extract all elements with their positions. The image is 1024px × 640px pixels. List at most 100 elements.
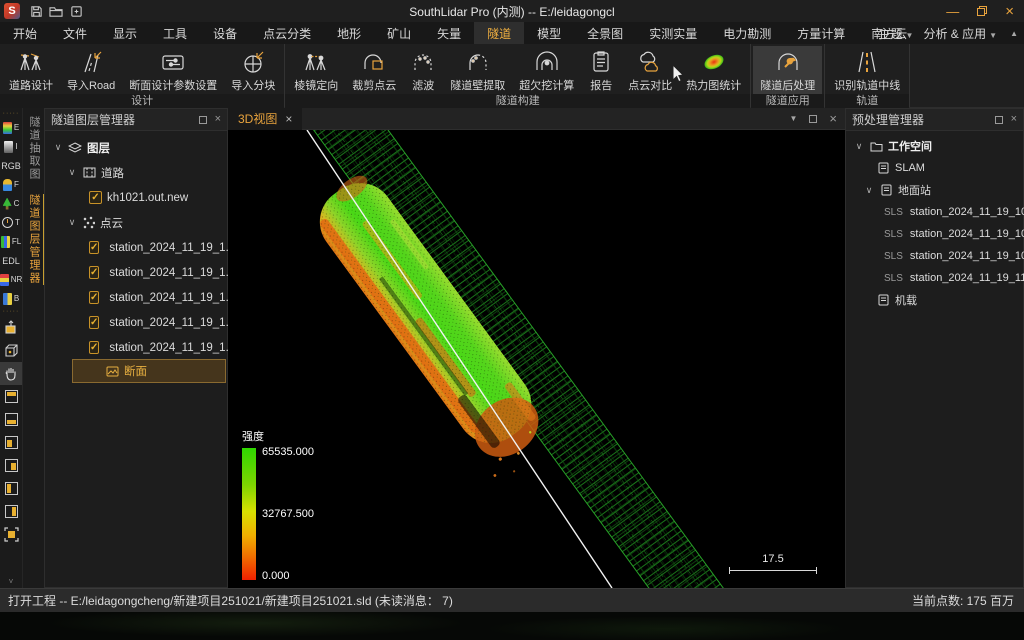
tree-item-station[interactable]: ✓ station_2024_11_19_1... bbox=[45, 335, 227, 360]
rgb-render-button[interactable]: RGB bbox=[1, 156, 21, 175]
import-road-button[interactable]: 导入Road bbox=[60, 46, 122, 94]
3d-canvas[interactable]: 强度 65535.000 32767.500 0.000 17.5 bbox=[228, 130, 845, 588]
tree-item-sls-station[interactable]: SLS station_2024_11_19_10_52_... bbox=[846, 245, 1023, 267]
new-project-icon[interactable] bbox=[66, 3, 86, 19]
menu-vector[interactable]: 矢量 bbox=[424, 22, 474, 44]
tree-node-road[interactable]: ∨ 道路 bbox=[45, 160, 227, 185]
menu-volume-calc[interactable]: 方量计算 bbox=[784, 22, 858, 44]
menu-power-survey[interactable]: 电力勘测 bbox=[710, 22, 784, 44]
menu-mine[interactable]: 矿山 bbox=[374, 22, 424, 44]
b-render-button[interactable]: B bbox=[3, 289, 19, 308]
tree-item-station[interactable]: ✓ station_2024_11_19_1... bbox=[45, 235, 227, 260]
tab-tunnel-layer-manager[interactable]: 隧道图层管理器 bbox=[26, 194, 45, 285]
tab-tunnel-extract-view[interactable]: 隧道抽取图 bbox=[26, 116, 42, 181]
chevron-down-icon[interactable]: ∨ bbox=[854, 141, 864, 152]
tree-node-pointcloud[interactable]: ∨ 点云 bbox=[45, 210, 227, 235]
report-button[interactable]: 报告 bbox=[581, 46, 621, 94]
crop-pointcloud-button[interactable]: 裁剪点云 bbox=[345, 46, 403, 94]
filter-button[interactable]: 滤波 bbox=[403, 46, 443, 94]
time-render-button[interactable]: T bbox=[2, 213, 20, 232]
menu-device[interactable]: 设备 bbox=[200, 22, 250, 44]
pointcloud-compare-button[interactable]: 点云对比 bbox=[621, 46, 679, 94]
nr-render-button[interactable]: NR bbox=[0, 270, 22, 289]
float-panel-icon[interactable] bbox=[995, 116, 1003, 124]
view-back-button[interactable] bbox=[0, 454, 22, 477]
tree-item-sls-station[interactable]: SLS station_2024_11_19_10_43_... bbox=[846, 201, 1023, 223]
save-icon[interactable] bbox=[26, 3, 46, 19]
tree-node-slam[interactable]: SLAM bbox=[846, 157, 1023, 179]
menu-cloud-classify[interactable]: 点云分类 bbox=[250, 22, 324, 44]
tunnel-wall-extract-button[interactable]: 隧道壁提取 bbox=[443, 46, 512, 94]
checkbox-checked[interactable]: ✓ bbox=[89, 291, 99, 304]
fl-render-button[interactable]: FL bbox=[1, 232, 21, 251]
tree-item-station[interactable]: ✓ station_2024_11_19_1... bbox=[45, 260, 227, 285]
flight-render-button[interactable]: F bbox=[3, 175, 19, 194]
menu-start[interactable]: 开始 bbox=[0, 22, 50, 44]
tree-node-airborne[interactable]: 机载 bbox=[846, 289, 1023, 311]
menu-tools[interactable]: 工具 bbox=[150, 22, 200, 44]
tab-3d-view[interactable]: 3D视图 × bbox=[228, 108, 302, 130]
zoom-extent-button[interactable] bbox=[0, 523, 22, 546]
checkbox-checked[interactable]: ✓ bbox=[89, 316, 99, 329]
theme-dropdown[interactable]: 主题▼ bbox=[879, 25, 914, 42]
heatmap-stats-button[interactable]: 热力图统计 bbox=[679, 46, 748, 94]
tree-node-ground-station[interactable]: ∨ 地面站 bbox=[846, 179, 1023, 201]
chevron-down-icon[interactable]: ∨ bbox=[864, 185, 874, 196]
view-right-button[interactable] bbox=[0, 500, 22, 523]
menu-model[interactable]: 模型 bbox=[524, 22, 574, 44]
view-top-button[interactable] bbox=[0, 385, 22, 408]
close-view-icon[interactable]: × bbox=[829, 111, 837, 126]
chevron-down-icon[interactable]: ∨ bbox=[67, 167, 77, 178]
checkbox-checked[interactable]: ✓ bbox=[89, 191, 102, 204]
road-design-button[interactable]: 道路设计 bbox=[2, 46, 60, 94]
tree-item-station[interactable]: ✓ station_2024_11_19_1... bbox=[45, 285, 227, 310]
minimize-button[interactable]: — bbox=[946, 5, 959, 18]
tree-item-sls-station[interactable]: SLS station_2024_11_19_10_48_... bbox=[846, 223, 1023, 245]
tree-item-road-file[interactable]: ✓ kh1021.out.new bbox=[45, 185, 227, 210]
toolbar-more-icon[interactable]: ˅ bbox=[9, 577, 14, 588]
tree-node-layers[interactable]: ∨ 图层 bbox=[45, 135, 227, 160]
restore-button[interactable] bbox=[977, 6, 987, 16]
view-bottom-button[interactable] bbox=[0, 408, 22, 431]
view-front-button[interactable] bbox=[0, 431, 22, 454]
elevation-render-button[interactable]: E bbox=[3, 118, 19, 137]
tree-item-sls-station[interactable]: SLS station_2024_11_19_11_01_... bbox=[846, 267, 1023, 289]
menu-terrain[interactable]: 地形 bbox=[324, 22, 374, 44]
chevron-down-icon[interactable]: ∨ bbox=[53, 142, 63, 153]
close-tab-icon[interactable]: × bbox=[285, 112, 292, 126]
close-panel-icon[interactable]: × bbox=[1011, 114, 1017, 125]
overbreak-calc-button[interactable]: 超欠挖计算 bbox=[512, 46, 581, 94]
checkbox-checked[interactable]: ✓ bbox=[89, 341, 99, 354]
edl-render-button[interactable]: EDL bbox=[2, 251, 20, 270]
pick-point-button[interactable] bbox=[0, 316, 22, 339]
menu-tunnel[interactable]: 隧道 bbox=[474, 22, 524, 44]
tree-item-station[interactable]: ✓ station_2024_11_19_1... bbox=[45, 310, 227, 335]
close-button[interactable]: × bbox=[1005, 4, 1014, 19]
pan-hand-button[interactable] bbox=[0, 362, 22, 385]
menu-file[interactable]: 文件 bbox=[50, 22, 100, 44]
class-render-button[interactable]: C bbox=[3, 194, 20, 213]
import-blocks-button[interactable]: 导入分块 bbox=[224, 46, 282, 94]
chevron-down-icon[interactable]: ▼ bbox=[789, 114, 797, 123]
open-folder-icon[interactable] bbox=[46, 3, 66, 19]
checkbox-checked[interactable]: ✓ bbox=[89, 266, 99, 279]
float-view-icon[interactable] bbox=[809, 115, 817, 123]
prism-orientation-button[interactable]: 棱镜定向 bbox=[287, 46, 345, 94]
pick-box-button[interactable] bbox=[0, 339, 22, 362]
tree-node-workspace[interactable]: ∨ 工作空间 bbox=[846, 135, 1023, 157]
analysis-dropdown[interactable]: 分析 & 应用▼ bbox=[923, 25, 997, 42]
view-left-button[interactable] bbox=[0, 477, 22, 500]
collapse-ribbon-icon[interactable]: ▲ bbox=[1010, 29, 1018, 38]
menu-measure[interactable]: 实测实量 bbox=[636, 22, 710, 44]
rail-centerline-button[interactable]: 识别轨道中线 bbox=[827, 46, 907, 94]
tree-item-section[interactable]: 断面 bbox=[73, 360, 225, 382]
checkbox-checked[interactable]: ✓ bbox=[89, 241, 99, 254]
tunnel-postprocess-button[interactable]: 隧道后处理 bbox=[753, 46, 822, 94]
float-panel-icon[interactable] bbox=[199, 116, 207, 124]
close-panel-icon[interactable]: × bbox=[215, 114, 221, 125]
intensity-render-button[interactable]: I bbox=[4, 137, 17, 156]
menu-display[interactable]: 显示 bbox=[100, 22, 150, 44]
section-design-params-button[interactable]: 断面设计参数设置 bbox=[122, 46, 224, 94]
menu-panorama[interactable]: 全景图 bbox=[574, 22, 636, 44]
chevron-down-icon[interactable]: ∨ bbox=[67, 217, 77, 228]
